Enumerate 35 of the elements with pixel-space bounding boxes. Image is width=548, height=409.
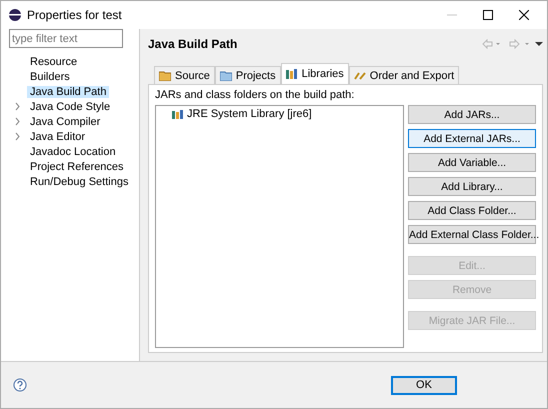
list-label: JARs and class folders on the build path: [155,89,356,101]
nav-item[interactable]: Java Code Style [27,100,114,112]
window-title: Properties for test [27,8,123,22]
tab[interactable]: Source [154,66,215,84]
eclipse-logo-icon [9,9,21,21]
nav-item[interactable]: Project References [27,160,127,172]
minimize-icon [447,14,457,16]
nav-item[interactable]: Java Build Path [27,86,110,98]
maximize-icon [483,10,493,20]
page-title: Java Build Path [148,37,238,51]
action-button[interactable]: Add Variable... [408,153,536,172]
help-icon[interactable] [13,378,27,392]
tab[interactable]: Order and Export [348,66,460,84]
nav-item[interactable]: Resource [27,56,80,68]
filter-field[interactable]: type filter text [9,29,123,48]
library-entry[interactable]: JRE System Library [jre6] [187,108,312,120]
ok-button[interactable]: OK [391,376,457,394]
folder-icon [159,70,171,80]
close-icon [519,10,529,20]
books-icon [286,69,298,79]
action-button[interactable]: Add External JARs... [408,129,536,148]
navigation-arrows-icon[interactable] [481,39,543,49]
action-button[interactable]: Add JARs... [408,105,536,124]
library-icon [172,109,184,119]
action-button[interactable]: Add External Class Folder... [408,225,536,244]
action-button[interactable]: Add Library... [408,177,536,196]
action-button[interactable]: Add Class Folder... [408,201,536,220]
folder-icon [220,70,232,80]
nav-item[interactable]: Javadoc Location [27,146,119,158]
nav-item[interactable]: Java Compiler [27,116,104,128]
tab[interactable]: Projects [214,66,281,84]
nav-item[interactable]: Builders [27,70,73,82]
tab[interactable]: Libraries [280,63,349,84]
nav-item[interactable]: Run/Debug Settings [27,176,132,188]
nav-item[interactable]: Java Editor [27,130,88,142]
